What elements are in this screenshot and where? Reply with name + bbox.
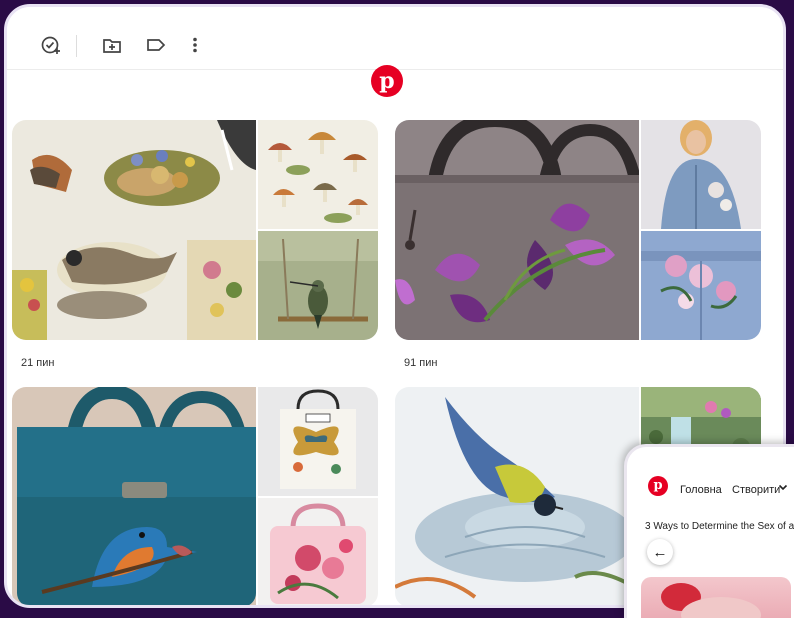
pinterest-popup-window[interactable]: p Головна Створити 3 Ways to Determine t… (624, 444, 794, 618)
bathing-bird-watercolor-image (395, 387, 639, 605)
board-collage[interactable] (12, 387, 378, 605)
back-glyph: ← (652, 543, 668, 561)
pin-count: 91 пин (404, 357, 438, 369)
toolbar-divider (76, 35, 77, 57)
board-collage[interactable] (395, 120, 761, 340)
logo-glyph: p (653, 478, 663, 493)
hummingbird-image (258, 231, 378, 340)
painted-handbag-image (395, 120, 639, 340)
toolbar (7, 7, 783, 70)
board-collage[interactable] (12, 120, 378, 340)
label-icon[interactable] (144, 33, 168, 57)
logo-glyph: p (379, 68, 395, 94)
butterfly-tote-image (258, 387, 378, 496)
nav-create[interactable]: Створити (732, 484, 780, 496)
embroidered-denim-image (641, 231, 761, 340)
floral-handbag-image (258, 498, 378, 605)
folder-add-icon[interactable] (100, 33, 124, 57)
pin-count: 21 пин (21, 357, 55, 369)
board-card[interactable] (12, 387, 378, 605)
article-title: 3 Ways to Determine the Sex of a (645, 521, 794, 532)
kingfisher-handbag-image (12, 387, 256, 605)
board-card[interactable]: 91 пин (395, 120, 761, 369)
chevron-down-icon[interactable] (778, 482, 788, 495)
check-plus-icon[interactable] (39, 33, 63, 57)
more-vert-icon[interactable] (183, 33, 207, 57)
pinterest-logo[interactable]: p (371, 65, 403, 97)
back-arrow-icon[interactable]: ← (647, 539, 673, 565)
pin-preview-image (641, 577, 791, 618)
mushrooms-image (258, 120, 378, 229)
denim-jacket-model-image (641, 120, 761, 229)
pinterest-logo-small[interactable]: p (648, 476, 668, 496)
nav-home[interactable]: Головна (680, 484, 722, 496)
birds-nest-image (12, 120, 256, 340)
board-card[interactable]: 21 пин (12, 120, 378, 369)
